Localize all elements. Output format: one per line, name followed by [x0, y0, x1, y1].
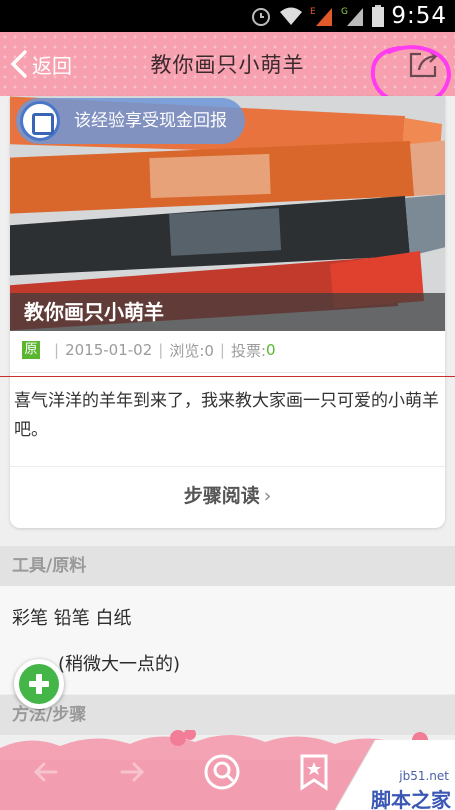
- votes-label: 投票:: [230, 341, 267, 360]
- svg-text:G: G: [341, 7, 348, 17]
- publish-date: 2015-01-02: [65, 341, 153, 359]
- clock: 9:54: [391, 3, 447, 29]
- votes-count: 0: [266, 341, 276, 359]
- svg-text:E: E: [310, 7, 316, 17]
- tool-item: (稍微大一点的): [58, 654, 181, 675]
- cover-photo[interactable]: 该经验享受现金回报 教你画只小萌羊: [10, 96, 445, 331]
- step-reading-button[interactable]: 步骤阅读 ›: [10, 467, 445, 527]
- bookmark-icon[interactable]: [294, 752, 334, 792]
- chevron-right-icon: ›: [263, 485, 272, 507]
- annotation-line: [0, 376, 455, 377]
- photo-caption: 教你画只小萌羊: [10, 293, 445, 331]
- watermark-site: jb51.net: [399, 769, 449, 783]
- signal-g-icon: G: [341, 7, 364, 26]
- separator: |: [219, 341, 225, 359]
- battery-icon: [372, 5, 385, 27]
- separator: |: [158, 341, 164, 359]
- tools-list: 彩笔 铅笔 白纸 (稍微大一点的): [0, 586, 455, 694]
- app-header: 返回 教你画只小萌羊: [0, 32, 455, 107]
- divider: [10, 372, 445, 373]
- search-icon[interactable]: [200, 750, 244, 794]
- back-arrow-icon[interactable]: [26, 752, 66, 792]
- article-meta: 原 | 2015-01-02 | 浏览:0 | 投票: 0: [22, 339, 276, 361]
- watermark-name: 脚本之家: [371, 788, 451, 810]
- add-button[interactable]: [14, 659, 64, 709]
- alarm-icon: [252, 8, 271, 26]
- stop-square-icon: [20, 101, 60, 141]
- status-bar: E G 9:54: [0, 0, 455, 32]
- signal-e-icon: E: [310, 7, 333, 26]
- original-badge: 原: [22, 341, 40, 359]
- reward-text: 该经验享受现金回报: [74, 111, 227, 131]
- article-intro: 喜气洋洋的羊年到来了，我来教大家画一只可爱的小萌羊吧。: [14, 391, 439, 440]
- tool-item: 彩笔 铅笔 白纸: [12, 608, 132, 629]
- forward-arrow-icon[interactable]: [112, 752, 152, 792]
- separator: |: [54, 341, 60, 359]
- tools-section-header: 工具/原料: [0, 546, 455, 586]
- step-reading-label: 步骤阅读: [183, 485, 260, 507]
- cash-reward-pill[interactable]: 该经验享受现金回报: [16, 98, 245, 144]
- view-count: 浏览:0: [169, 341, 214, 360]
- article-card: 该经验享受现金回报 教你画只小萌羊 原 | 2015-01-02 | 浏览:0 …: [10, 96, 445, 528]
- method-section-header: 方法/步骤: [0, 695, 455, 735]
- wifi-icon: [280, 7, 303, 25]
